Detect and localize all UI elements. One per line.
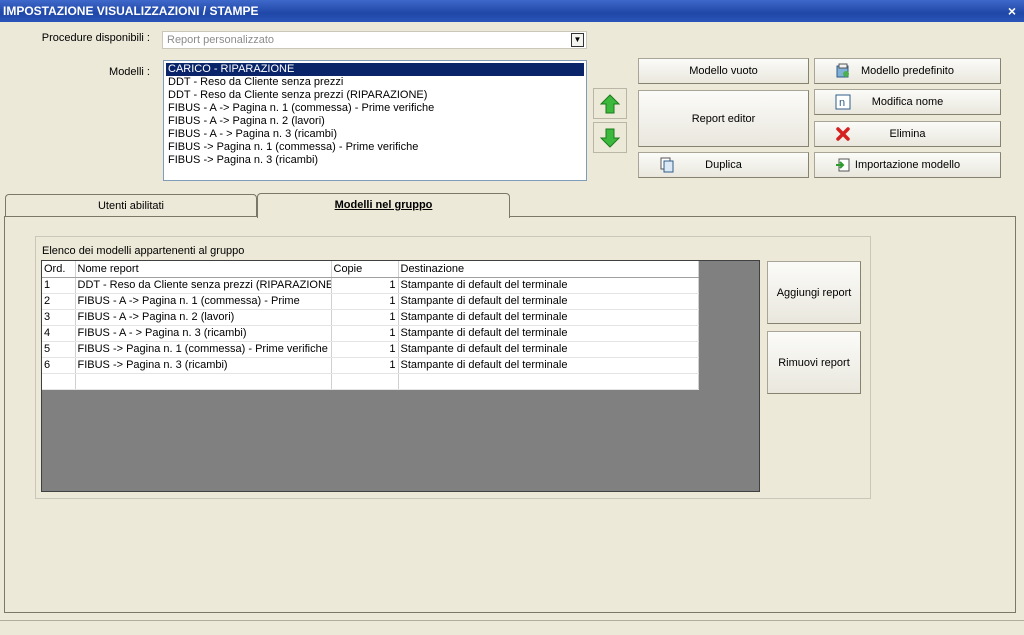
cell-destinazione: Stampante di default del terminale: [398, 325, 699, 342]
procedure-label: Procedure disponibili :: [41, 32, 150, 44]
cell-copie: 1: [331, 341, 399, 358]
move-down-button[interactable]: [593, 122, 627, 153]
green-up-arrow-icon: [599, 93, 621, 113]
copy-icon: [660, 157, 674, 173]
list-item[interactable]: FIBUS - A -> Pagina n. 2 (lavori): [166, 115, 584, 128]
import-icon: [836, 158, 850, 172]
green-down-arrow-icon: [599, 128, 621, 148]
rimuovi-report-label: Rimuovi report: [778, 356, 850, 369]
cell-destinazione: Stampante di default del terminale: [398, 341, 699, 358]
duplica-button[interactable]: Duplica: [638, 152, 809, 178]
group-title: Elenco dei modelli appartenenti al grupp…: [42, 245, 245, 257]
report-editor-button[interactable]: Report editor: [638, 90, 809, 147]
status-bar: [0, 620, 1024, 635]
tab-page-modelli-nel-gruppo: Elenco dei modelli appartenenti al grupp…: [4, 216, 1016, 613]
table-row[interactable]: 1 DDT - Reso da Cliente senza prezzi (RIP…: [42, 277, 699, 294]
red-x-icon: [836, 127, 850, 141]
table-row[interactable]: 3 FIBUS - A -> Pagina n. 2 (lavori) 1 Stamp…: [42, 309, 699, 326]
list-item[interactable]: FIBUS -> Pagina n. 1 (commessa) - Prime …: [166, 141, 584, 154]
cell-nome-report: DDT - Reso da Cliente senza prezzi (RIPA…: [75, 277, 332, 294]
list-item[interactable]: FIBUS -> Pagina n. 3 (ricambi): [166, 154, 584, 167]
template-icon: [836, 63, 849, 78]
cell-nome-report: FIBUS - A - > Pagina n. 3 (ricambi): [75, 325, 332, 342]
list-item[interactable]: FIBUS - A -> Pagina n. 1 (commessa) - Pr…: [166, 102, 584, 115]
cell-copie: 1: [331, 277, 399, 294]
cell-nome-report: FIBUS - A -> Pagina n. 2 (lavori): [75, 309, 332, 326]
column-header-ord[interactable]: Ord.: [42, 261, 76, 278]
modello-predefinito-label: Modello predefinito: [861, 65, 954, 77]
window-titlebar: IMPOSTAZIONE VISUALIZZAZIONI / STAMPE ×: [0, 0, 1024, 22]
column-header-copie[interactable]: Copie: [331, 261, 399, 278]
cell-destinazione: Stampante di default del terminale: [398, 309, 699, 326]
elimina-button[interactable]: Elimina: [814, 121, 1001, 147]
rimuovi-report-button[interactable]: Rimuovi report: [767, 331, 861, 394]
cell-nome-report: FIBUS -> Pagina n. 1 (commessa) - Prime …: [75, 341, 332, 358]
table-row[interactable]: 5 FIBUS -> Pagina n. 1 (commessa) - Prime…: [42, 341, 699, 358]
column-header-destinazione[interactable]: Destinazione: [398, 261, 699, 278]
list-item[interactable]: DDT - Reso da Cliente senza prezzi (RIPA…: [166, 89, 584, 102]
aggiungi-report-button[interactable]: Aggiungi report: [767, 261, 861, 324]
tab-modelli-nel-gruppo-label: Modelli nel gruppo: [334, 199, 433, 211]
importazione-modello-label: Importazione modello: [854, 159, 961, 171]
list-item[interactable]: FIBUS - A - > Pagina n. 3 (ricambi): [166, 128, 584, 141]
table-row-empty[interactable]: [42, 373, 699, 390]
cell-copie: 1: [331, 325, 399, 342]
importazione-modello-button[interactable]: Importazione modello: [814, 152, 1001, 178]
modelli-label: Modelli :: [109, 66, 150, 78]
cell-copie: 1: [331, 357, 399, 374]
window-title: IMPOSTAZIONE VISUALIZZAZIONI / STAMPE: [3, 4, 259, 18]
cell-ord: 2: [42, 293, 76, 310]
chevron-down-icon[interactable]: ▼: [571, 33, 584, 47]
elimina-label: Elimina: [889, 128, 926, 140]
column-header-nome-report[interactable]: Nome report: [75, 261, 332, 278]
cell-ord: 5: [42, 341, 76, 358]
report-grid[interactable]: Ord. Nome report Copie Destinazione 1 DDT…: [41, 260, 760, 492]
cell-ord: 4: [42, 325, 76, 342]
cell-destinazione: Stampante di default del terminale: [398, 293, 699, 310]
modifica-nome-label: Modifica nome: [871, 96, 944, 108]
report-table: Ord. Nome report Copie Destinazione 1 DDT…: [42, 261, 699, 390]
modifica-nome-button[interactable]: n Modifica nome: [814, 89, 1001, 115]
modello-predefinito-button[interactable]: Modello predefinito: [814, 58, 1001, 84]
empty-cell: [42, 373, 76, 390]
aggiungi-report-label: Aggiungi report: [776, 286, 852, 299]
table-row[interactable]: 2 FIBUS - A -> Pagina n. 1 (commessa) - P…: [42, 293, 699, 310]
cell-ord: 1: [42, 277, 76, 294]
cell-ord: 6: [42, 357, 76, 374]
duplica-label: Duplica: [705, 159, 742, 171]
cell-copie: 1: [331, 309, 399, 326]
svg-text:n: n: [839, 97, 845, 109]
empty-cell: [331, 373, 399, 390]
tab-modelli-nel-gruppo[interactable]: Modelli nel gruppo: [257, 193, 510, 218]
modello-vuoto-label: Modello vuoto: [689, 65, 758, 77]
empty-cell: [75, 373, 332, 390]
close-icon[interactable]: ×: [1004, 0, 1020, 22]
list-item[interactable]: CARICO - RIPARAZIONE: [165, 62, 585, 77]
cell-nome-report: FIBUS -> Pagina n. 3 (ricambi): [75, 357, 332, 374]
modelli-group: Elenco dei modelli appartenenti al grupp…: [35, 236, 871, 499]
move-up-button[interactable]: [593, 88, 627, 119]
tab-utenti-abilitati[interactable]: Utenti abilitati: [5, 194, 257, 218]
procedure-select-value: Report personalizzato: [167, 34, 275, 46]
table-row[interactable]: 4 FIBUS - A - > Pagina n. 3 (ricambi) 1 Sta…: [42, 325, 699, 342]
cell-copie: 1: [331, 293, 399, 310]
report-editor-label: Report editor: [691, 112, 756, 125]
cell-ord: 3: [42, 309, 76, 326]
modelli-listbox[interactable]: CARICO - RIPARAZIONE DDT - Reso da Client…: [163, 60, 587, 181]
cell-destinazione: Stampante di default del terminale: [398, 357, 699, 374]
empty-cell: [398, 373, 699, 390]
cell-nome-report: FIBUS - A -> Pagina n. 1 (commessa) - Pr…: [75, 293, 332, 310]
tab-utenti-abilitati-label: Utenti abilitati: [97, 200, 165, 212]
top-panel: Procedure disponibili : Report personali…: [4, 22, 1014, 188]
rename-icon: n: [835, 94, 851, 110]
list-item[interactable]: DDT - Reso da Cliente senza prezzi: [166, 76, 584, 89]
table-header-row: Ord. Nome report Copie Destinazione: [42, 261, 699, 278]
modello-vuoto-button[interactable]: Modello vuoto: [638, 58, 809, 84]
table-row[interactable]: 6 FIBUS -> Pagina n. 3 (ricambi) 1 Stampant…: [42, 357, 699, 374]
cell-destinazione: Stampante di default del terminale: [398, 277, 699, 294]
procedure-select[interactable]: Report personalizzato ▼: [162, 31, 587, 49]
